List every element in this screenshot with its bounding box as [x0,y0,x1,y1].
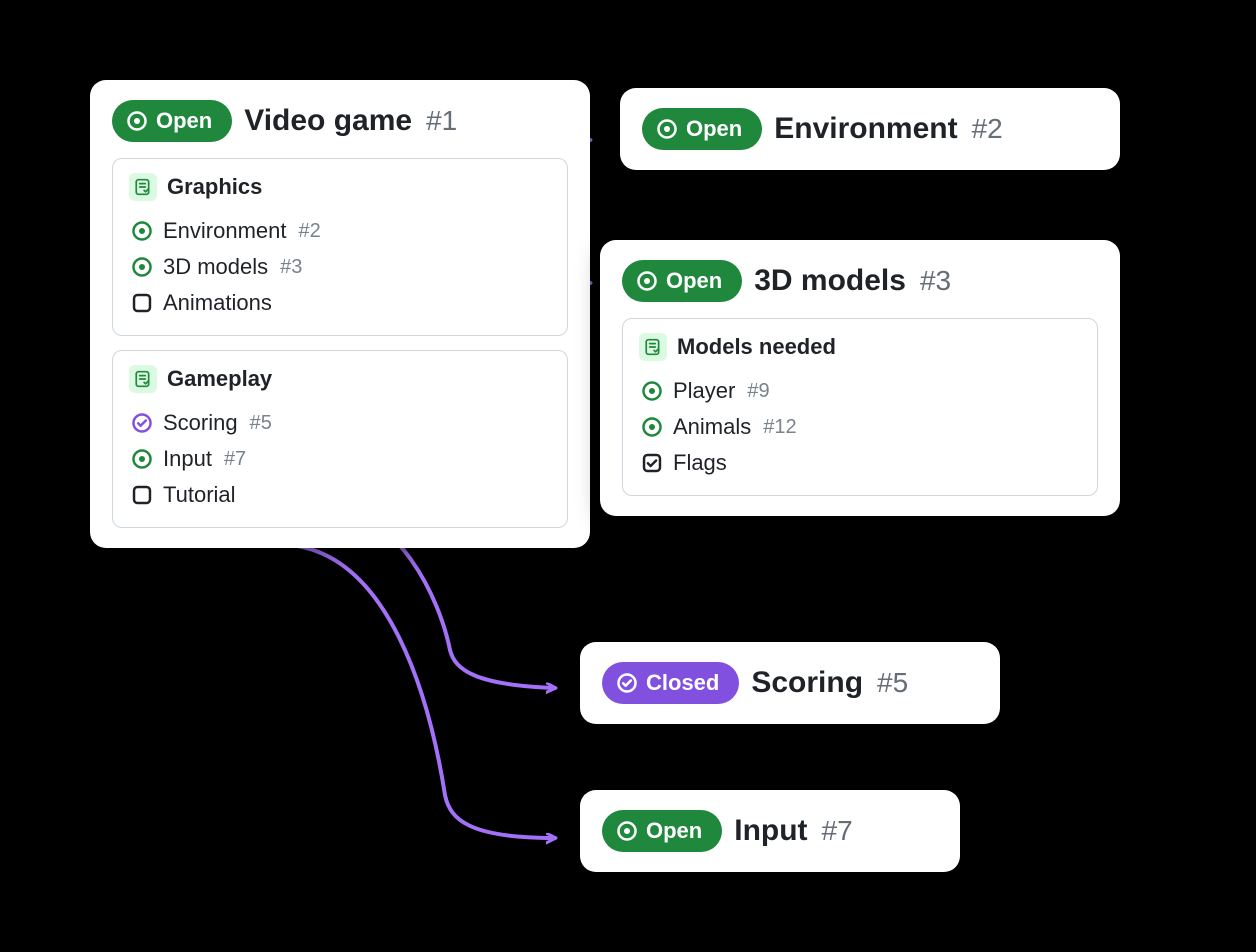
task-number: #3 [280,256,302,279]
task-item[interactable]: Scoring #5 [129,405,551,441]
task-number: #5 [250,412,272,435]
issue-closed-icon [131,412,153,434]
task-item[interactable]: Flags [639,445,1081,481]
task-label: Animals [673,414,751,440]
task-label: Player [673,378,735,404]
tasklist-icon [639,333,667,361]
task-label: Flags [673,450,727,476]
status-label: Open [646,818,702,844]
task-item[interactable]: Input #7 [129,441,551,477]
status-badge-closed: Closed [602,662,739,704]
issue-open-icon [636,270,658,292]
issue-number: #2 [972,113,1003,145]
issue-closed-icon [616,672,638,694]
issue-open-icon [656,118,678,140]
checkbox-unchecked-icon [131,292,153,314]
tasklist-icon [129,365,157,393]
card-header: Open Video game #1 [112,100,568,142]
status-label: Open [666,268,722,294]
status-label: Open [156,108,212,134]
issue-title: Video game [244,104,412,138]
task-item[interactable]: Player #9 [639,373,1081,409]
card-header: Open Environment #2 [642,108,1098,150]
issue-card-3d-models[interactable]: Open 3D models #3 Models needed Player #… [600,240,1120,516]
task-item[interactable]: Animations [129,285,551,321]
task-label: 3D models [163,254,268,280]
task-label: Tutorial [163,482,236,508]
tasklist-models-needed: Models needed Player #9 Animals #12 Flag… [622,318,1098,496]
checkbox-unchecked-icon [131,484,153,506]
tasklist-header: Graphics [129,173,551,201]
status-label: Open [686,116,742,142]
status-badge-open: Open [642,108,762,150]
tasklist-title: Graphics [167,174,262,200]
issue-open-icon [641,416,663,438]
status-badge-open: Open [622,260,742,302]
status-badge-open: Open [112,100,232,142]
issue-title: Scoring [751,666,863,700]
tasklist-graphics: Graphics Environment #2 3D models #3 Ani… [112,158,568,336]
issue-title: 3D models [754,264,906,298]
tasklist-icon [129,173,157,201]
issue-number: #5 [877,667,908,699]
issue-card-video-game[interactable]: Open Video game #1 Graphics Environment … [90,80,590,548]
issue-open-icon [616,820,638,842]
task-label: Input [163,446,212,472]
card-header: Open Input #7 [602,810,938,852]
issue-open-icon [131,256,153,278]
task-item[interactable]: Animals #12 [639,409,1081,445]
card-header: Open 3D models #3 [622,260,1098,302]
task-number: #2 [299,220,321,243]
diagram-stage: Open Video game #1 Graphics Environment … [0,0,1256,952]
task-label: Environment [163,218,287,244]
issue-number: #3 [920,265,951,297]
status-label: Closed [646,670,719,696]
issue-open-icon [131,220,153,242]
tasklist-header: Models needed [639,333,1081,361]
issue-card-scoring[interactable]: Closed Scoring #5 [580,642,1000,724]
issue-open-icon [131,448,153,470]
task-number: #9 [747,380,769,403]
task-item[interactable]: Tutorial [129,477,551,513]
task-label: Animations [163,290,272,316]
task-item[interactable]: 3D models #3 [129,249,551,285]
issue-title: Input [734,814,807,848]
card-header: Closed Scoring #5 [602,662,978,704]
issue-card-input[interactable]: Open Input #7 [580,790,960,872]
task-item[interactable]: Environment #2 [129,213,551,249]
tasklist-title: Models needed [677,334,836,360]
issue-number: #7 [822,815,853,847]
issue-card-environment[interactable]: Open Environment #2 [620,88,1120,170]
task-label: Scoring [163,410,238,436]
task-number: #12 [763,416,796,439]
issue-open-icon [126,110,148,132]
tasklist-title: Gameplay [167,366,272,392]
checkbox-checked-icon [641,452,663,474]
status-badge-open: Open [602,810,722,852]
task-number: #7 [224,448,246,471]
tasklist-header: Gameplay [129,365,551,393]
issue-number: #1 [426,105,457,137]
issue-open-icon [641,380,663,402]
issue-title: Environment [774,112,957,146]
tasklist-gameplay: Gameplay Scoring #5 Input #7 Tutorial [112,350,568,528]
